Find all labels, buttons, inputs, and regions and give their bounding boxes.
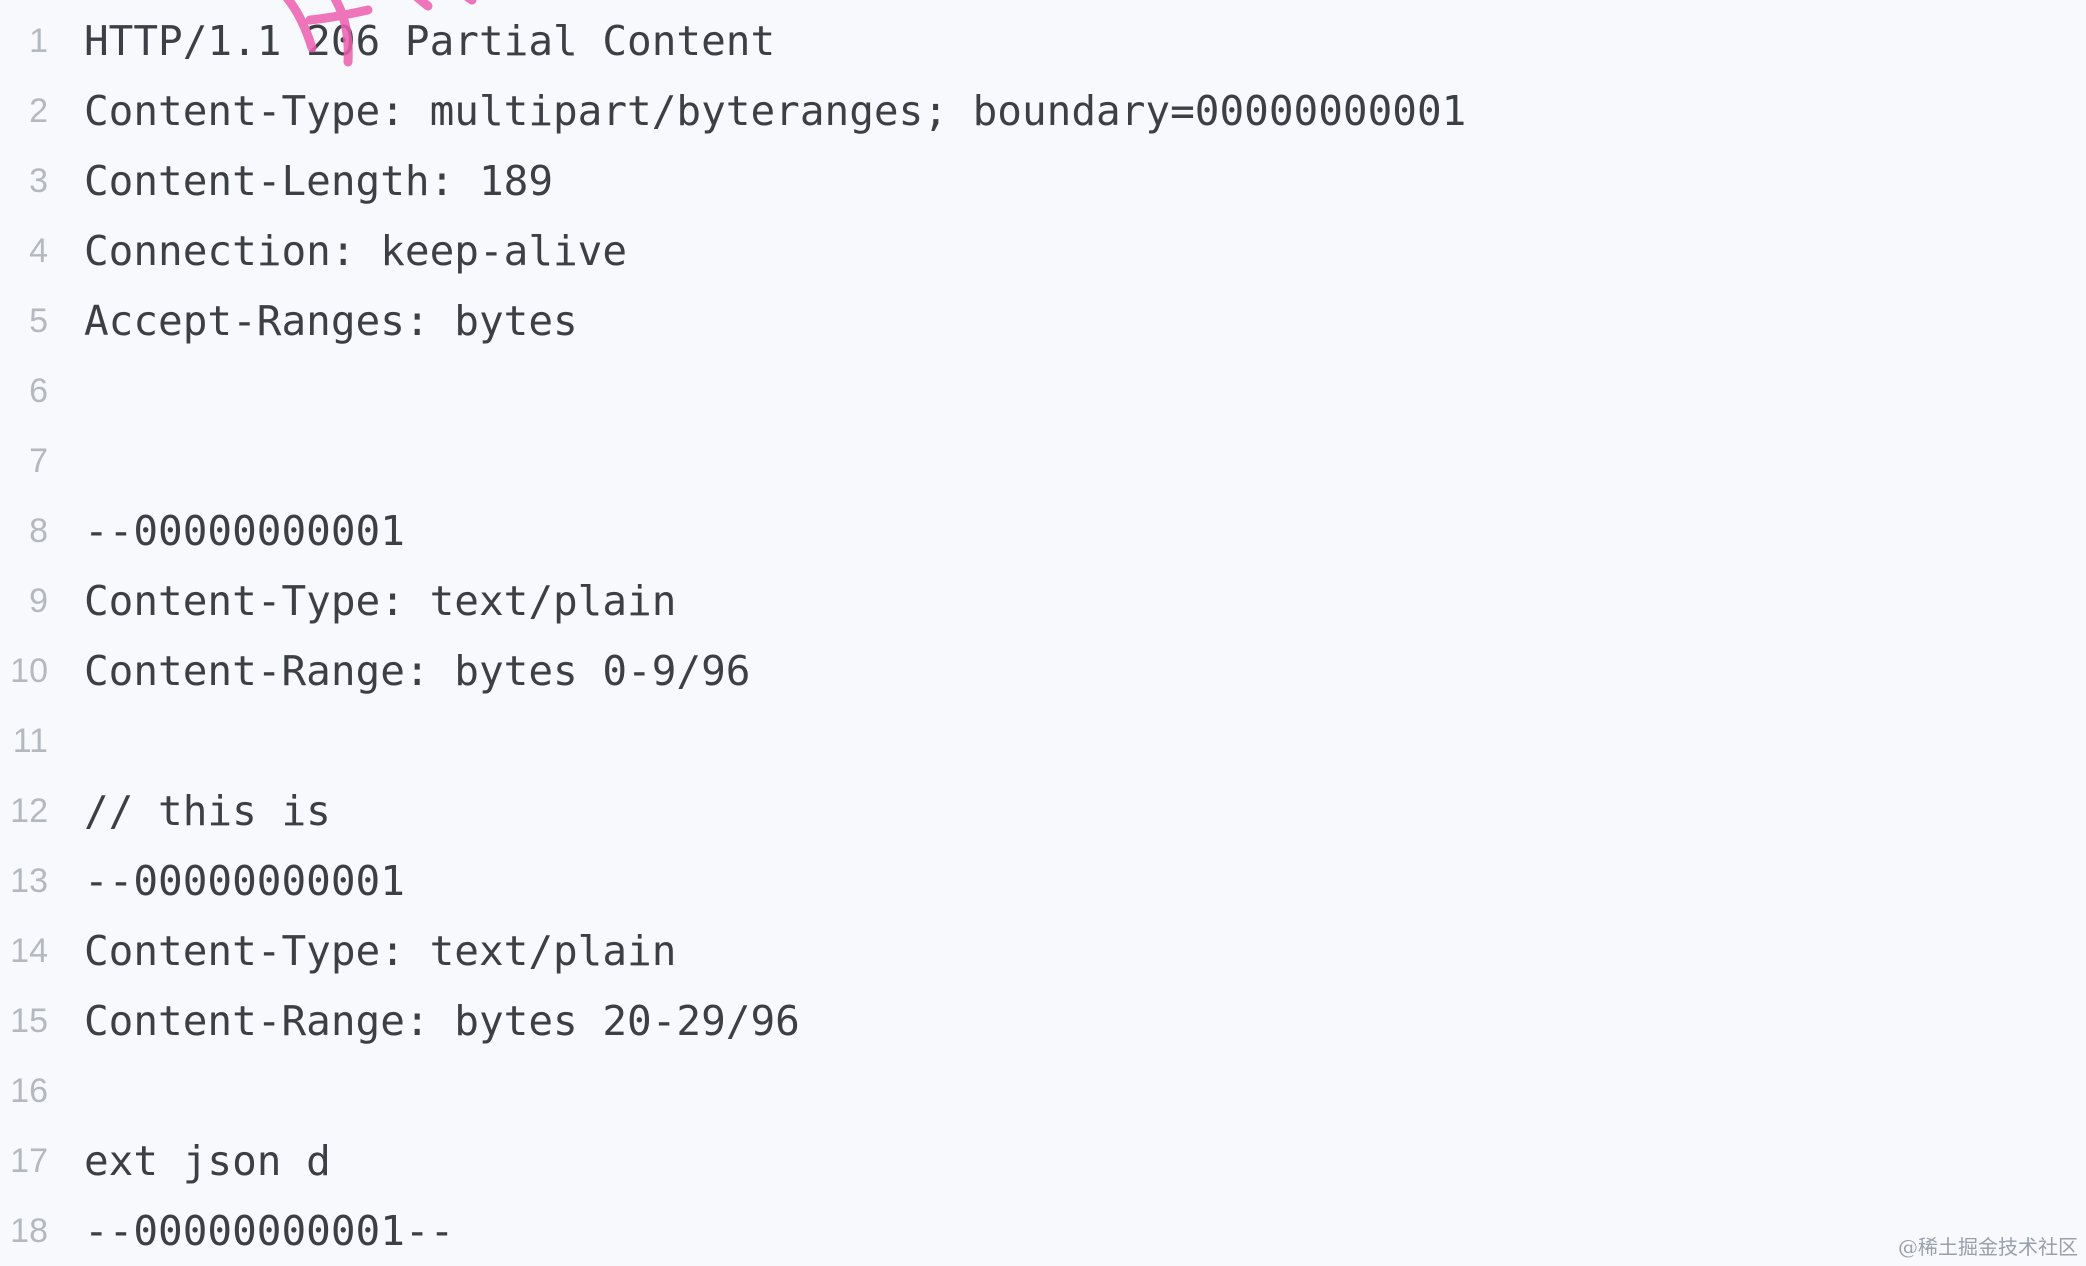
code-line: 8 --00000000001 [0, 496, 2086, 566]
code-line: 10 Content-Range: bytes 0-9/96 [0, 636, 2086, 706]
code-line: 17 ext json d [0, 1126, 2086, 1196]
code-line: 11 [0, 706, 2086, 776]
line-text: Connection: keep-alive [84, 227, 628, 275]
code-line: 1 HTTP/1.1 206 Partial Content [0, 6, 2086, 76]
line-text: Content-Length: 189 [84, 157, 553, 205]
line-number: 4 [29, 232, 48, 270]
line-number: 13 [10, 862, 48, 900]
code-line: 12 // this is [0, 776, 2086, 846]
code-line: 15 Content-Range: bytes 20-29/96 [0, 986, 2086, 1056]
line-number: 3 [29, 162, 48, 200]
line-number: 2 [29, 92, 48, 130]
line-text: // this is [84, 787, 331, 835]
line-text: --00000000001 [84, 857, 405, 905]
watermark: @稀土掘金技术社区 [1898, 1235, 2078, 1259]
code-line: 7 [0, 426, 2086, 496]
line-text: HTTP/1.1 206 Partial Content [84, 17, 776, 65]
line-text: Content-Range: bytes 0-9/96 [84, 647, 751, 695]
line-text: Content-Type: text/plain [84, 577, 677, 625]
line-number: 15 [10, 1002, 48, 1040]
code-line: 5 Accept-Ranges: bytes [0, 286, 2086, 356]
line-text: --00000000001 [84, 507, 405, 555]
line-text: ext json d [84, 1137, 331, 1185]
line-text: Content-Type: text/plain [84, 927, 677, 975]
code-line: 16 [0, 1056, 2086, 1126]
code-line: 9 Content-Type: text/plain [0, 566, 2086, 636]
line-number: 12 [10, 792, 48, 830]
code-line: 2 Content-Type: multipart/byteranges; bo… [0, 76, 2086, 146]
line-number: 8 [29, 512, 48, 550]
code-line: 14 Content-Type: text/plain [0, 916, 2086, 986]
code-line: 3 Content-Length: 189 [0, 146, 2086, 216]
line-number: 16 [10, 1072, 48, 1110]
line-text: Accept-Ranges: bytes [84, 297, 578, 345]
code-view: 1 HTTP/1.1 206 Partial Content 2 Content… [0, 0, 2086, 1266]
code-line: 6 [0, 356, 2086, 426]
line-number: 11 [12, 722, 48, 760]
line-number: 14 [10, 932, 48, 970]
line-text: --00000000001-- [84, 1207, 455, 1255]
code-line: 18 --00000000001-- [0, 1196, 2086, 1266]
line-number: 5 [29, 302, 48, 340]
line-number: 17 [10, 1142, 48, 1180]
line-number: 6 [29, 372, 48, 410]
code-line: 4 Connection: keep-alive [0, 216, 2086, 286]
line-number: 7 [29, 442, 48, 480]
line-number: 10 [10, 652, 48, 690]
line-text: Content-Type: multipart/byteranges; boun… [84, 87, 1467, 135]
line-number: 1 [29, 22, 48, 60]
line-text: Content-Range: bytes 20-29/96 [84, 997, 800, 1045]
code-line: 13 --00000000001 [0, 846, 2086, 916]
line-number: 9 [29, 582, 48, 620]
line-number: 18 [10, 1212, 48, 1250]
